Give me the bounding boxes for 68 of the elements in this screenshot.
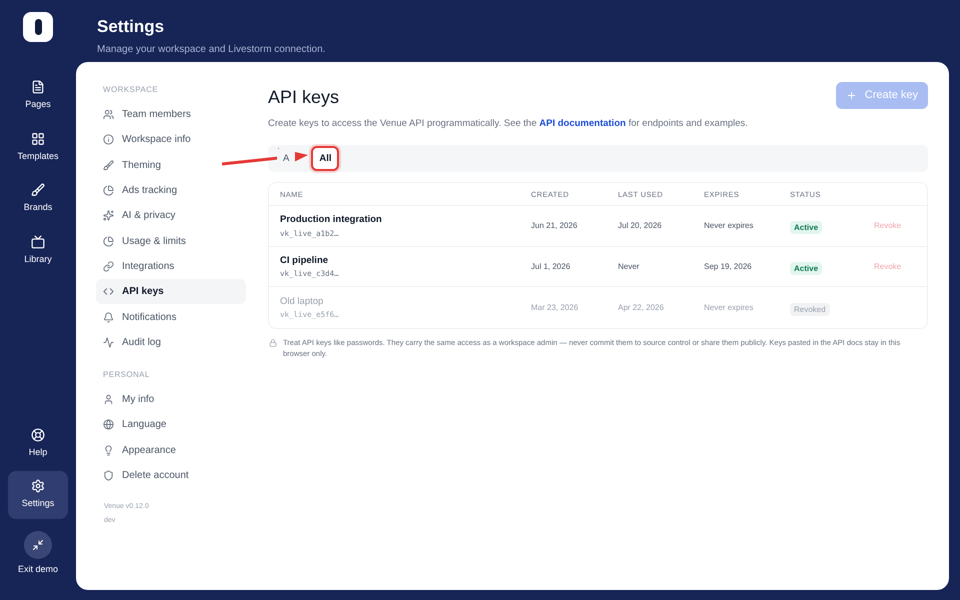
settings-icon [31,479,45,493]
expires-cell-text: Never expires [704,220,754,232]
nav-item[interactable]: Workspace info [96,127,246,153]
nav-item[interactable]: Team members [96,102,246,128]
rail-item[interactable]: Brands [8,175,68,222]
globe-icon [103,419,114,430]
rail-item[interactable]: Templates [8,124,68,171]
nav-item[interactable]: Appearance [96,438,246,463]
info-icon [103,134,114,146]
nav-item[interactable]: Theming [96,152,246,178]
lightbulb-icon [103,444,114,456]
nav-item[interactable]: Integrations [96,254,246,280]
status-badge: Revoked [790,302,830,316]
plus-icon [846,90,857,101]
rail-item[interactable]: Pages [8,72,68,120]
code-icon [103,286,114,298]
nav-item[interactable]: My info [96,386,246,412]
rail-item[interactable]: Help [8,420,68,467]
help-icon [31,428,45,442]
last-used-cell-text: Apr 22, 2026 [618,302,665,314]
pulse-icon [103,336,114,348]
filter-tab[interactable]: All [313,148,338,170]
sparkle-icon [103,210,114,222]
expires-cell-text: Never expires [704,302,754,314]
brush-icon [31,183,45,197]
pie-chart-icon [103,236,114,247]
users-icon [103,109,114,120]
rail-item[interactable]: Library [8,226,68,274]
nav-item[interactable]: Delete account [96,462,246,488]
shield-icon [103,470,114,481]
created-cell-text: Jul 1, 2026 [531,260,572,272]
last-used-cell-text: Never [618,260,640,272]
app-logo[interactable] [23,12,53,42]
page-title: Settings [97,16,166,38]
status-badge: Active [790,262,822,274]
key-name: CI pipeline [280,254,330,268]
expires-cell-text: Sep 19, 2026 [704,260,753,272]
page-icon [31,80,45,94]
section-heading: WORKSPACE [103,84,160,96]
section-title: API keys [268,86,340,109]
lock-icon [269,338,277,347]
status-badge: Active [790,221,822,234]
grid-icon [31,132,45,146]
section-heading: PERSONAL [103,368,151,381]
section-description: Create keys to access the Venue API programmatically. See the API documentation for endpoints and examples. [268,117,748,131]
brush-icon [103,160,114,171]
last-used-cell-text: Jul 20, 2026 [618,220,663,232]
created-cell-text: Mar 23, 2026 [531,302,580,314]
rail-item[interactable]: Exit demo [8,522,68,584]
key-name: Old laptop [280,294,324,309]
page-subtitle: Manage your workspace and Livestorm connection. [97,42,326,56]
pie-chart-icon [103,185,114,196]
tv-icon [31,234,45,248]
user-icon [103,394,114,406]
nav-item[interactable]: API keys [96,279,246,304]
collapse-icon [32,538,44,550]
filter-tab[interactable]: A [277,148,296,170]
nav-item[interactable]: Ads tracking [96,178,246,204]
bell-icon [103,312,114,323]
created-cell-text: Jun 21, 2026 [531,220,578,232]
nav-item[interactable]: AI & privacy [96,203,246,228]
rail-item[interactable]: Settings [8,471,68,518]
nav-item[interactable]: Notifications [96,304,246,330]
key-name: Production integration [280,213,383,228]
nav-item[interactable]: Usage & limits [96,228,246,254]
nav-item[interactable]: Language [96,412,246,438]
nav-item[interactable]: Audit log [96,330,246,355]
link-icon [103,260,114,272]
